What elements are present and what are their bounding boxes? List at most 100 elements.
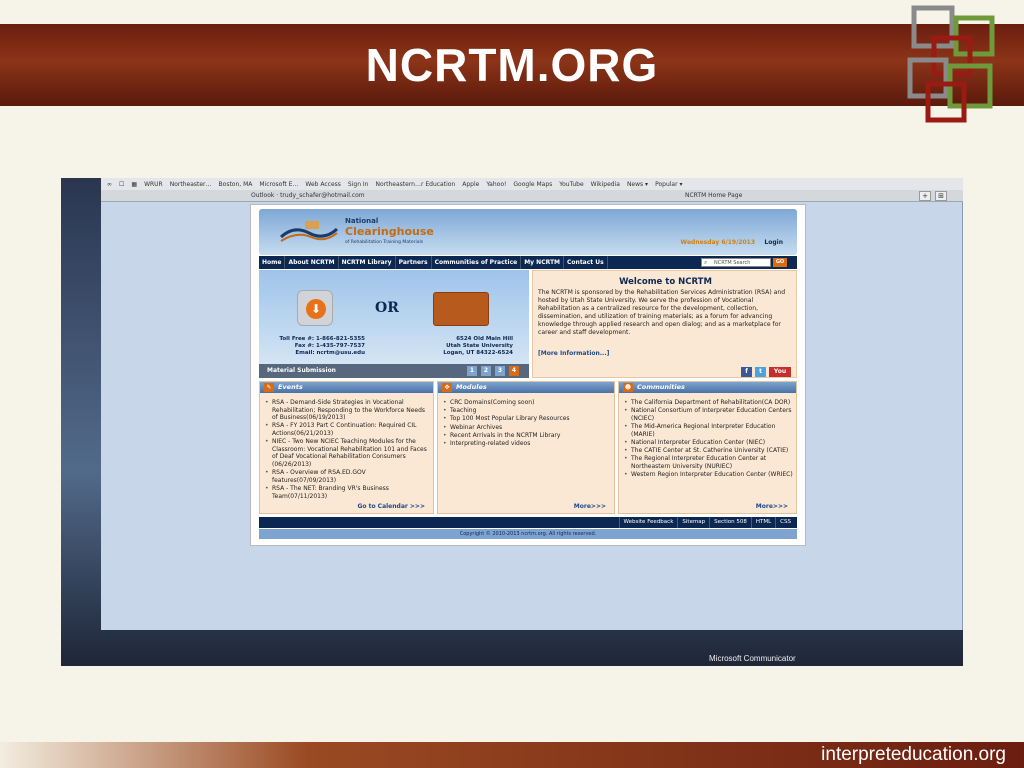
site-header: National Clearinghouse of Rehabilitation… bbox=[259, 209, 797, 255]
communicator-label[interactable]: Microsoft Communicator bbox=[709, 654, 796, 663]
arrows-icon: ✥ bbox=[442, 383, 452, 392]
communities-more-link[interactable]: More>>> bbox=[756, 503, 788, 510]
bookmark-item[interactable]: Yahoo! bbox=[486, 181, 506, 188]
nav-home[interactable]: Home bbox=[259, 256, 286, 269]
bookmark-item[interactable]: News ▾ bbox=[627, 181, 648, 188]
bookmark-item[interactable]: ☐ bbox=[119, 181, 124, 188]
list-item[interactable]: Teaching bbox=[442, 407, 612, 415]
phone-line: Toll Free #: 1-866-821-5355 bbox=[279, 336, 365, 342]
bookmark-item[interactable]: Web Access bbox=[305, 181, 341, 188]
list-item[interactable]: The Mid-America Regional Interpreter Edu… bbox=[623, 423, 794, 438]
browser-window: ∞ ☐ ▦ WRUR Northeaster… Boston, MA Microsoft E… bbox=[101, 178, 963, 630]
sitemap-link[interactable]: Sitemap bbox=[677, 517, 709, 528]
tab-ncrtm-home[interactable]: NCRTM Home Page bbox=[685, 192, 742, 199]
title-banner: NCRTM.ORG bbox=[0, 24, 1024, 106]
copyright: Copyright © 2010-2013 ncrtm.org. All rig… bbox=[259, 529, 797, 539]
upload-tile[interactable]: ⬇ bbox=[297, 290, 333, 326]
twitter-icon[interactable]: t bbox=[755, 367, 766, 377]
list-item[interactable]: RSA - The NET: Branding VR's Business Te… bbox=[264, 485, 430, 500]
list-item[interactable]: RSA - Overview of RSA.ED.GOV features(07… bbox=[264, 469, 430, 484]
fax-line: Fax #: 1-435-797-7537 bbox=[294, 343, 365, 349]
squares-logo-icon bbox=[907, 5, 995, 123]
promo-address: 6524 Old Main Hill Utah State University… bbox=[417, 336, 513, 357]
list-item[interactable]: NIEC - Two New NCIEC Teaching Modules fo… bbox=[264, 438, 430, 468]
new-tab-button[interactable]: + bbox=[919, 191, 931, 201]
list-item[interactable]: The California Department of Rehabilitat… bbox=[623, 399, 794, 407]
list-item[interactable]: Webinar Archives bbox=[442, 424, 612, 432]
address-line-2: Utah State University bbox=[446, 343, 513, 349]
email-line: Email: ncrtm@usu.edu bbox=[295, 350, 365, 356]
bookmark-item[interactable]: Apple bbox=[462, 181, 479, 188]
material-submission-label: Material Submission bbox=[267, 367, 336, 374]
list-item[interactable]: Top 100 Most Popular Library Resources bbox=[442, 415, 612, 423]
html-link[interactable]: HTML bbox=[750, 517, 775, 528]
utility-links-bar: Website Feedback Sitemap Section 508 HTM… bbox=[259, 517, 797, 528]
slide-page-2[interactable]: 2 bbox=[481, 366, 491, 376]
list-item[interactable]: Interpreting-related videos bbox=[442, 440, 612, 448]
events-panel: ✎ Events RSA - Demand-Side Strategies in… bbox=[259, 381, 434, 514]
bookmark-item[interactable]: Boston, MA bbox=[219, 181, 253, 188]
slide-page-1[interactable]: 1 bbox=[467, 366, 477, 376]
bookmark-item[interactable]: Northeaster… bbox=[170, 181, 212, 188]
more-information-link[interactable]: [More Information...] bbox=[538, 350, 609, 357]
list-item[interactable]: National Consortium of Interpreter Educa… bbox=[623, 407, 794, 422]
website-feedback-link[interactable]: Website Feedback bbox=[618, 517, 678, 528]
promo-or-label: OR bbox=[375, 300, 399, 316]
bookmark-item[interactable]: WRUR bbox=[144, 181, 163, 188]
list-item[interactable]: Recent Arrivals in the NCRTM Library bbox=[442, 432, 612, 440]
wave-logo-icon[interactable] bbox=[279, 219, 339, 243]
bookmark-item[interactable]: Sign In bbox=[348, 181, 369, 188]
modules-title: Modules bbox=[456, 383, 487, 391]
current-date: Wednesday 6/19/2013 bbox=[680, 239, 755, 246]
list-item[interactable]: The Regional Interpreter Education Cente… bbox=[623, 455, 794, 470]
list-item[interactable]: Western Region Interpreter Education Cen… bbox=[623, 471, 794, 479]
nav-communities[interactable]: Communities of Practice bbox=[432, 256, 522, 269]
slide-page-3[interactable]: 3 bbox=[495, 366, 505, 376]
list-item[interactable]: The CATIE Center at St. Catherine Univer… bbox=[623, 447, 794, 455]
search-input[interactable]: ⌕ NCRTM Search bbox=[701, 258, 771, 267]
communities-panel: ☻ Communities The California Department … bbox=[618, 381, 797, 514]
slide-title: NCRTM.ORG bbox=[365, 39, 659, 91]
screenshot-frame: ∞ ☐ ▦ WRUR Northeaster… Boston, MA Microsoft E… bbox=[61, 178, 963, 666]
ncrtm-page: National Clearinghouse of Rehabilitation… bbox=[250, 204, 806, 546]
youtube-icon[interactable]: You bbox=[769, 367, 791, 377]
list-item[interactable]: CRC Domains(Coming soon) bbox=[442, 399, 612, 407]
nav-my-ncrtm[interactable]: My NCRTM bbox=[521, 256, 565, 269]
down-arrow-icon: ⬇ bbox=[306, 299, 326, 319]
address-line-3: Logan, UT 84322-6524 bbox=[443, 350, 513, 356]
nav-partners[interactable]: Partners bbox=[396, 256, 432, 269]
login-link[interactable]: Login bbox=[764, 239, 783, 246]
css-link[interactable]: CSS bbox=[775, 517, 795, 528]
list-item[interactable]: National Interpreter Education Center (N… bbox=[623, 439, 794, 447]
bookmark-item[interactable]: Popular ▾ bbox=[655, 181, 682, 188]
bookmark-item[interactable]: Google Maps bbox=[513, 181, 552, 188]
bookmark-item[interactable]: Northeastern…r Education bbox=[376, 181, 456, 188]
modules-list: CRC Domains(Coming soon) Teaching Top 10… bbox=[442, 399, 612, 448]
nav-contact[interactable]: Contact Us bbox=[564, 256, 608, 269]
bookmark-item[interactable]: ∞ bbox=[107, 181, 112, 188]
org-subtitle: of Rehabilitation Training Materials bbox=[345, 240, 424, 245]
nav-about[interactable]: About NCRTM bbox=[285, 256, 339, 269]
bookmark-item[interactable]: ▦ bbox=[131, 181, 137, 188]
bookmark-item[interactable]: Microsoft E… bbox=[259, 181, 298, 188]
search-icon: ⌕ bbox=[704, 259, 708, 266]
nav-library[interactable]: NCRTM Library bbox=[339, 256, 396, 269]
facebook-icon[interactable]: f bbox=[741, 367, 752, 377]
tab-outlook[interactable]: Outlook · trudy_schafer@hotmail.com bbox=[251, 192, 365, 199]
calendar-link[interactable]: Go to Calendar >>> bbox=[357, 503, 425, 510]
tab-overview-icon[interactable]: ⊞ bbox=[935, 191, 947, 201]
communities-title: Communities bbox=[637, 383, 685, 391]
mailbox-icon[interactable] bbox=[433, 292, 489, 326]
bookmarks-bar: ∞ ☐ ▦ WRUR Northeaster… Boston, MA Microsoft E… bbox=[101, 178, 963, 190]
list-item[interactable]: RSA - FY 2013 Part C Continuation: Requi… bbox=[264, 422, 430, 437]
search-go-button[interactable]: GO bbox=[773, 258, 787, 267]
list-item[interactable]: RSA - Demand-Side Strategies in Vocation… bbox=[264, 399, 430, 422]
events-title: Events bbox=[278, 383, 303, 391]
events-header: ✎ Events bbox=[260, 382, 433, 393]
bookmark-item[interactable]: Wikipedia bbox=[591, 181, 620, 188]
org-name-clearinghouse: Clearinghouse bbox=[345, 225, 434, 238]
bookmark-item[interactable]: YouTube bbox=[559, 181, 583, 188]
modules-more-link[interactable]: More>>> bbox=[574, 503, 606, 510]
slide-page-4[interactable]: 4 bbox=[509, 366, 519, 376]
section-508-link[interactable]: Section 508 bbox=[709, 517, 751, 528]
